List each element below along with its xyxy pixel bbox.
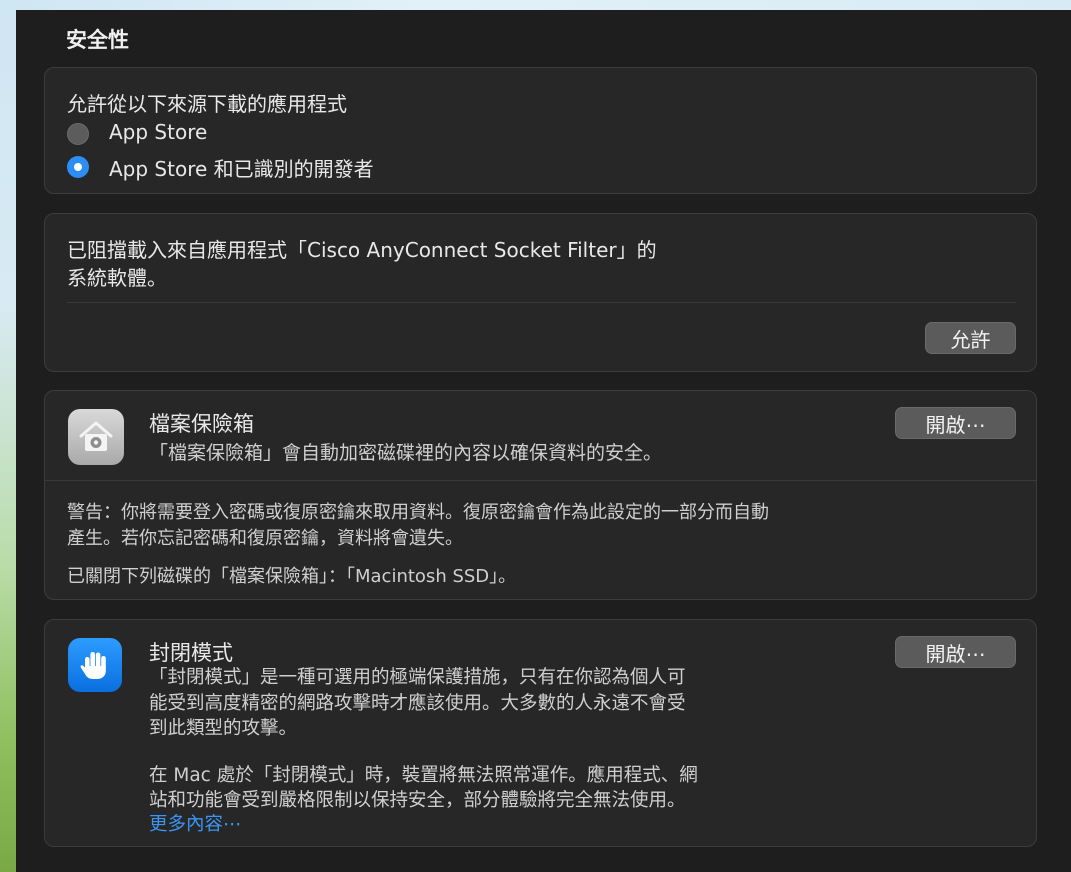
desktop-wallpaper-left [0,0,16,872]
lockdown-desc2-line1: 在 Mac 處於「封閉模式」時，裝置將無法照常運作。應用程式、網 [149,765,698,786]
blocked-software-text-line2: 系統軟體。 [67,266,167,290]
filevault-status: 已關閉下列磁碟的「檔案保險箱」：「Macintosh SSD」。 [67,566,517,587]
filevault-warning-line2: 產生。若你忘記密碼和復原密鑰，資料將會遺失。 [67,528,463,549]
allow-button[interactable]: 允許 [925,322,1016,354]
lockdown-desc2-line2: 站和功能會受到嚴格限制以保持安全，部分體驗將完全無法使用。 [149,790,686,811]
filevault-turn-on-button[interactable]: 開啟⋯ [895,407,1016,439]
download-sources-card: 允許從以下來源下載的應用程式 App Store App Store 和已識別的… [44,67,1037,194]
radio-app-store[interactable] [67,123,89,145]
lockdown-desc-line2: 能受到高度精密的網路攻擊時才應該使用。大多數的人永遠不會受 [149,693,686,714]
filevault-title: 檔案保險箱 [149,412,254,436]
more-info-link[interactable]: 更多內容⋯ [149,810,242,836]
blocked-software-card: 已阻擋載入來自應用程式「Cisco AnyConnect Socket Filt… [44,213,1037,372]
radio-app-store-label[interactable]: App Store [109,120,207,144]
lockdown-turn-on-button[interactable]: 開啟⋯ [895,636,1016,668]
radio-app-store-identified[interactable] [67,156,89,178]
lockdown-desc-line1: 「封閉模式」是一種可選用的極端保護措施，只有在你認為個人可 [149,667,686,688]
filevault-card: 檔案保險箱 「檔案保險箱」會自動加密磁碟裡的內容以確保資料的安全。 開啟⋯ 警告… [44,390,1037,600]
divider [67,302,1016,303]
blocked-software-text-line1: 已阻擋載入來自應用程式「Cisco AnyConnect Socket Filt… [67,238,657,262]
divider [45,480,1036,481]
filevault-warning-line1: 警告：你將需要登入密碼或復原密鑰來取用資料。復原密鑰會作為此設定的一部分而自動 [67,502,769,523]
lockdown-desc-line3: 到此類型的攻擊。 [149,718,298,739]
desktop-wallpaper-top [0,0,1071,10]
raised-hand-icon [68,638,122,692]
house-safe-icon [68,409,124,465]
filevault-description: 「檔案保險箱」會自動加密磁碟裡的內容以確保資料的安全。 [149,442,663,464]
lockdown-card: 封閉模式 開啟⋯ 「封閉模式」是一種可選用的極端保護措施，只有在你認為個人可 能… [44,619,1037,847]
download-sources-heading: 允許從以下來源下載的應用程式 [67,92,347,116]
radio-app-store-identified-label[interactable]: App Store 和已識別的開發者 [109,153,374,182]
section-title: 安全性 [66,28,129,52]
